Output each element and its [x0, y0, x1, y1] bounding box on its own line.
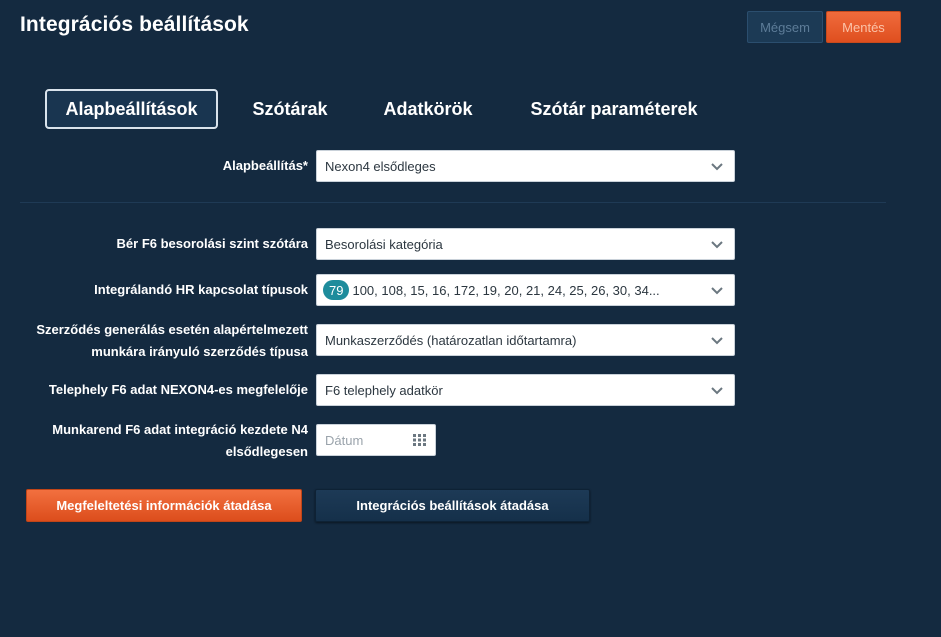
schedule-date-input[interactable]: Dátum	[316, 424, 436, 456]
schedule-label: Munkarend F6 adat integráció kezdete N4 …	[52, 419, 308, 463]
schedule-label-line2: elsődlegesen	[225, 444, 308, 459]
contract-type-value: Munkaszerződés (határozatlan időtartamra…	[325, 332, 577, 348]
contract-type-label: Szerződés generálás esetén alapértelmeze…	[36, 319, 308, 363]
contract-type-label-line1: Szerződés generálás esetén alapértelmeze…	[36, 322, 308, 337]
selected-count-badge: 79	[323, 280, 350, 300]
classification-select[interactable]: Besorolási kategória	[316, 228, 735, 260]
chevron-down-icon	[711, 287, 723, 295]
base-setting-label: Alapbeállítás*	[222, 158, 308, 173]
chevron-down-icon	[711, 163, 723, 171]
schedule-label-line1: Munkarend F6 adat integráció kezdete N4	[52, 422, 308, 437]
site-select[interactable]: F6 telephely adatkör	[316, 374, 735, 406]
tab-szotarak[interactable]: Szótárak	[245, 89, 335, 129]
section-divider	[20, 202, 886, 203]
hr-types-multiselect[interactable]: 79 100, 108, 15, 16, 172, 19, 20, 21, 24…	[316, 274, 735, 306]
date-placeholder: Dátum	[325, 432, 364, 448]
transfer-settings-button[interactable]: Integrációs beállítások átadása	[315, 489, 590, 522]
tab-adatkorok[interactable]: Adatkörök	[378, 89, 478, 129]
site-value: F6 telephely adatkör	[325, 382, 443, 398]
calendar-icon[interactable]	[413, 434, 427, 446]
base-setting-value: Nexon4 elsődleges	[325, 158, 436, 174]
hr-types-label: Integrálandó HR kapcsolat típusok	[94, 282, 308, 297]
contract-type-label-line2: munkára irányuló szerződés típusa	[91, 344, 308, 359]
site-label: Telephely F6 adat NEXON4-es megfelelője	[48, 382, 308, 397]
transfer-mapping-button[interactable]: Megfeleltetési információk átadása	[26, 489, 302, 522]
save-button[interactable]: Mentés	[826, 11, 901, 43]
tab-szotar-parameterek[interactable]: Szótár paraméterek	[525, 89, 703, 129]
tab-alapbeallitasok[interactable]: Alapbeállítások	[45, 89, 218, 129]
chevron-down-icon	[711, 337, 723, 345]
base-setting-select[interactable]: Nexon4 elsődleges	[316, 150, 735, 182]
classification-value: Besorolási kategória	[325, 236, 443, 252]
contract-type-select[interactable]: Munkaszerződés (határozatlan időtartamra…	[316, 324, 735, 356]
chevron-down-icon	[711, 387, 723, 395]
cancel-button[interactable]: Mégsem	[747, 11, 823, 43]
classification-label: Bér F6 besorolási szint szótára	[116, 236, 308, 251]
hr-types-value: 100, 108, 15, 16, 172, 19, 20, 21, 24, 2…	[352, 282, 660, 298]
chevron-down-icon	[711, 241, 723, 249]
page-title: Integrációs beállítások	[20, 13, 249, 36]
